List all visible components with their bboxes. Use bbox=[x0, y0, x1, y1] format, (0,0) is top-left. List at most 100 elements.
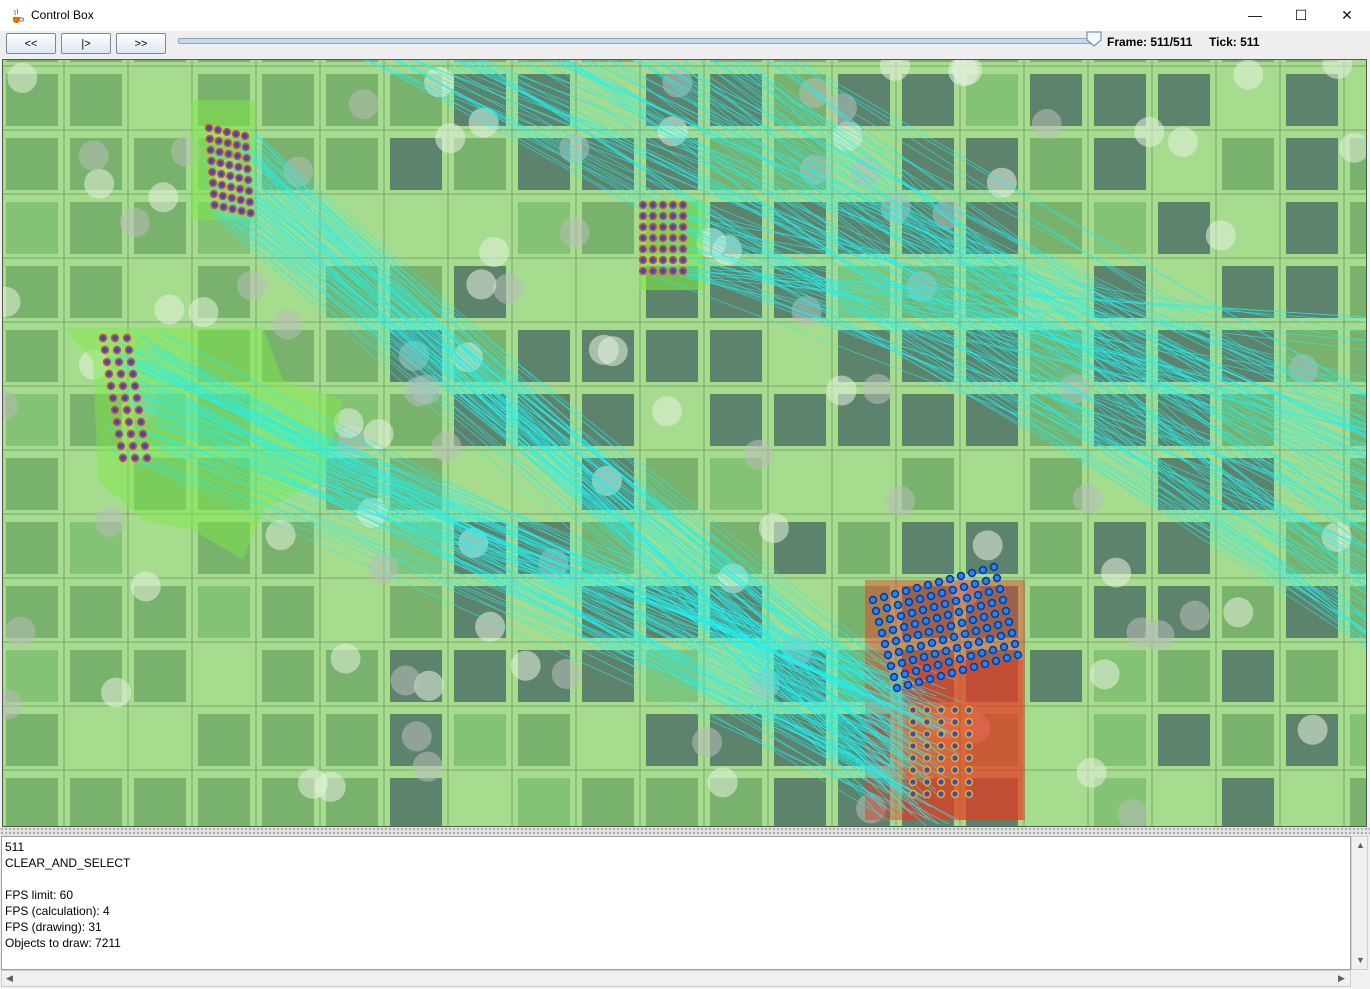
building-block bbox=[6, 138, 58, 190]
team-b-unit bbox=[922, 741, 932, 751]
team-b-unit bbox=[907, 608, 917, 618]
rewind-button[interactable]: << bbox=[6, 33, 56, 54]
scroll-up-icon[interactable]: ▲ bbox=[1356, 840, 1365, 850]
team-b-unit bbox=[977, 648, 987, 658]
building-block bbox=[902, 522, 954, 574]
frame-slider-track[interactable] bbox=[178, 38, 1098, 44]
building-block bbox=[1286, 138, 1338, 190]
simulation-canvas[interactable] bbox=[2, 59, 1367, 827]
team-b-unit bbox=[964, 789, 974, 799]
close-button[interactable]: ✕ bbox=[1324, 0, 1370, 31]
tree-marker bbox=[154, 294, 185, 325]
team-a-unit bbox=[233, 151, 242, 161]
team-a-unit bbox=[678, 255, 688, 265]
building-block bbox=[582, 202, 634, 254]
team-a-unit bbox=[209, 189, 219, 199]
scroll-down-icon[interactable]: ▼ bbox=[1356, 955, 1365, 965]
building-block bbox=[646, 778, 698, 826]
maximize-button[interactable]: ☐ bbox=[1278, 0, 1324, 31]
tree-marker bbox=[1101, 557, 1132, 588]
team-b-unit bbox=[966, 651, 976, 661]
team-b-unit bbox=[956, 571, 966, 581]
tree-marker bbox=[559, 217, 590, 248]
team-b-unit bbox=[955, 654, 965, 664]
tree-marker bbox=[5, 616, 36, 647]
tree-marker bbox=[885, 485, 916, 516]
building-block bbox=[454, 714, 506, 766]
team-b-unit bbox=[949, 632, 959, 642]
tree-marker bbox=[1223, 597, 1254, 628]
log-console[interactable]: 511 CLEAR_AND_SELECT FPS limit: 60 FPS (… bbox=[1, 836, 1351, 970]
team-a-unit bbox=[658, 244, 668, 254]
team-b-unit bbox=[998, 595, 1008, 605]
tree-marker bbox=[1126, 617, 1157, 648]
team-a-unit bbox=[108, 393, 118, 403]
team-b-unit bbox=[905, 644, 915, 654]
frame-slider-thumb[interactable] bbox=[1086, 31, 1102, 47]
team-b-unit bbox=[936, 789, 946, 799]
team-b-unit bbox=[950, 765, 960, 775]
forward-button[interactable]: >> bbox=[116, 33, 166, 54]
tree-marker bbox=[479, 236, 510, 267]
team-a-unit bbox=[106, 381, 116, 391]
play-button[interactable]: |> bbox=[61, 33, 111, 54]
tree-marker bbox=[1297, 714, 1328, 745]
scroll-right-icon[interactable]: ▶ bbox=[1338, 973, 1345, 984]
team-a-unit bbox=[648, 255, 658, 265]
team-a-unit bbox=[638, 222, 648, 232]
team-b-unit bbox=[947, 668, 957, 678]
team-a-unit bbox=[648, 200, 658, 210]
building-block bbox=[582, 650, 634, 702]
team-b-unit bbox=[888, 625, 898, 635]
team-a-unit bbox=[668, 211, 678, 221]
scroll-left-icon[interactable]: ◀ bbox=[6, 973, 13, 984]
tree-marker bbox=[330, 643, 361, 674]
team-a-unit bbox=[668, 200, 678, 210]
team-a-unit bbox=[638, 200, 648, 210]
split-pane-divider[interactable] bbox=[0, 827, 1370, 836]
simulation-map[interactable] bbox=[3, 60, 1366, 826]
minimize-button[interactable]: — bbox=[1232, 0, 1278, 31]
building-block bbox=[134, 60, 186, 62]
team-b-unit bbox=[981, 576, 991, 586]
tree-marker bbox=[1072, 483, 1103, 514]
team-b-unit bbox=[900, 669, 910, 679]
building-block bbox=[70, 586, 122, 638]
team-b-unit bbox=[922, 777, 932, 787]
tree-marker bbox=[588, 334, 619, 365]
console-horizontal-scrollbar[interactable]: ◀ ▶ bbox=[1, 970, 1351, 987]
team-b-unit bbox=[894, 647, 904, 657]
team-a-unit bbox=[206, 145, 215, 155]
building-block bbox=[1094, 138, 1146, 190]
tree-marker bbox=[431, 431, 462, 462]
team-b-unit bbox=[950, 729, 960, 739]
team-a-unit bbox=[130, 381, 140, 391]
team-b-unit bbox=[1001, 606, 1011, 616]
team-b-unit bbox=[958, 665, 968, 675]
team-b-unit bbox=[952, 643, 962, 653]
team-b-unit bbox=[901, 586, 911, 596]
team-a-unit bbox=[648, 211, 658, 221]
team-b-unit bbox=[883, 650, 893, 660]
team-b-unit bbox=[936, 777, 946, 787]
building-block bbox=[198, 586, 250, 638]
team-b-unit bbox=[940, 599, 950, 609]
building-block bbox=[198, 778, 250, 826]
team-b-unit bbox=[979, 612, 989, 622]
console-vertical-scrollbar[interactable]: ▲ ▼ bbox=[1351, 836, 1368, 970]
team-b-unit bbox=[945, 574, 955, 584]
tree-marker bbox=[1134, 116, 1165, 147]
tree-marker bbox=[148, 182, 179, 213]
team-a-unit bbox=[208, 167, 217, 177]
building-block bbox=[1094, 202, 1146, 254]
team-a-unit bbox=[205, 134, 215, 144]
team-b-unit bbox=[991, 656, 1001, 666]
team-a-unit bbox=[658, 266, 668, 276]
team-b-unit bbox=[904, 597, 914, 607]
team-a-unit bbox=[214, 136, 224, 146]
team-a-unit bbox=[122, 333, 132, 343]
building-block bbox=[262, 586, 314, 638]
building-block bbox=[582, 778, 634, 826]
team-a-unit bbox=[668, 233, 678, 243]
team-a-unit bbox=[138, 429, 148, 439]
